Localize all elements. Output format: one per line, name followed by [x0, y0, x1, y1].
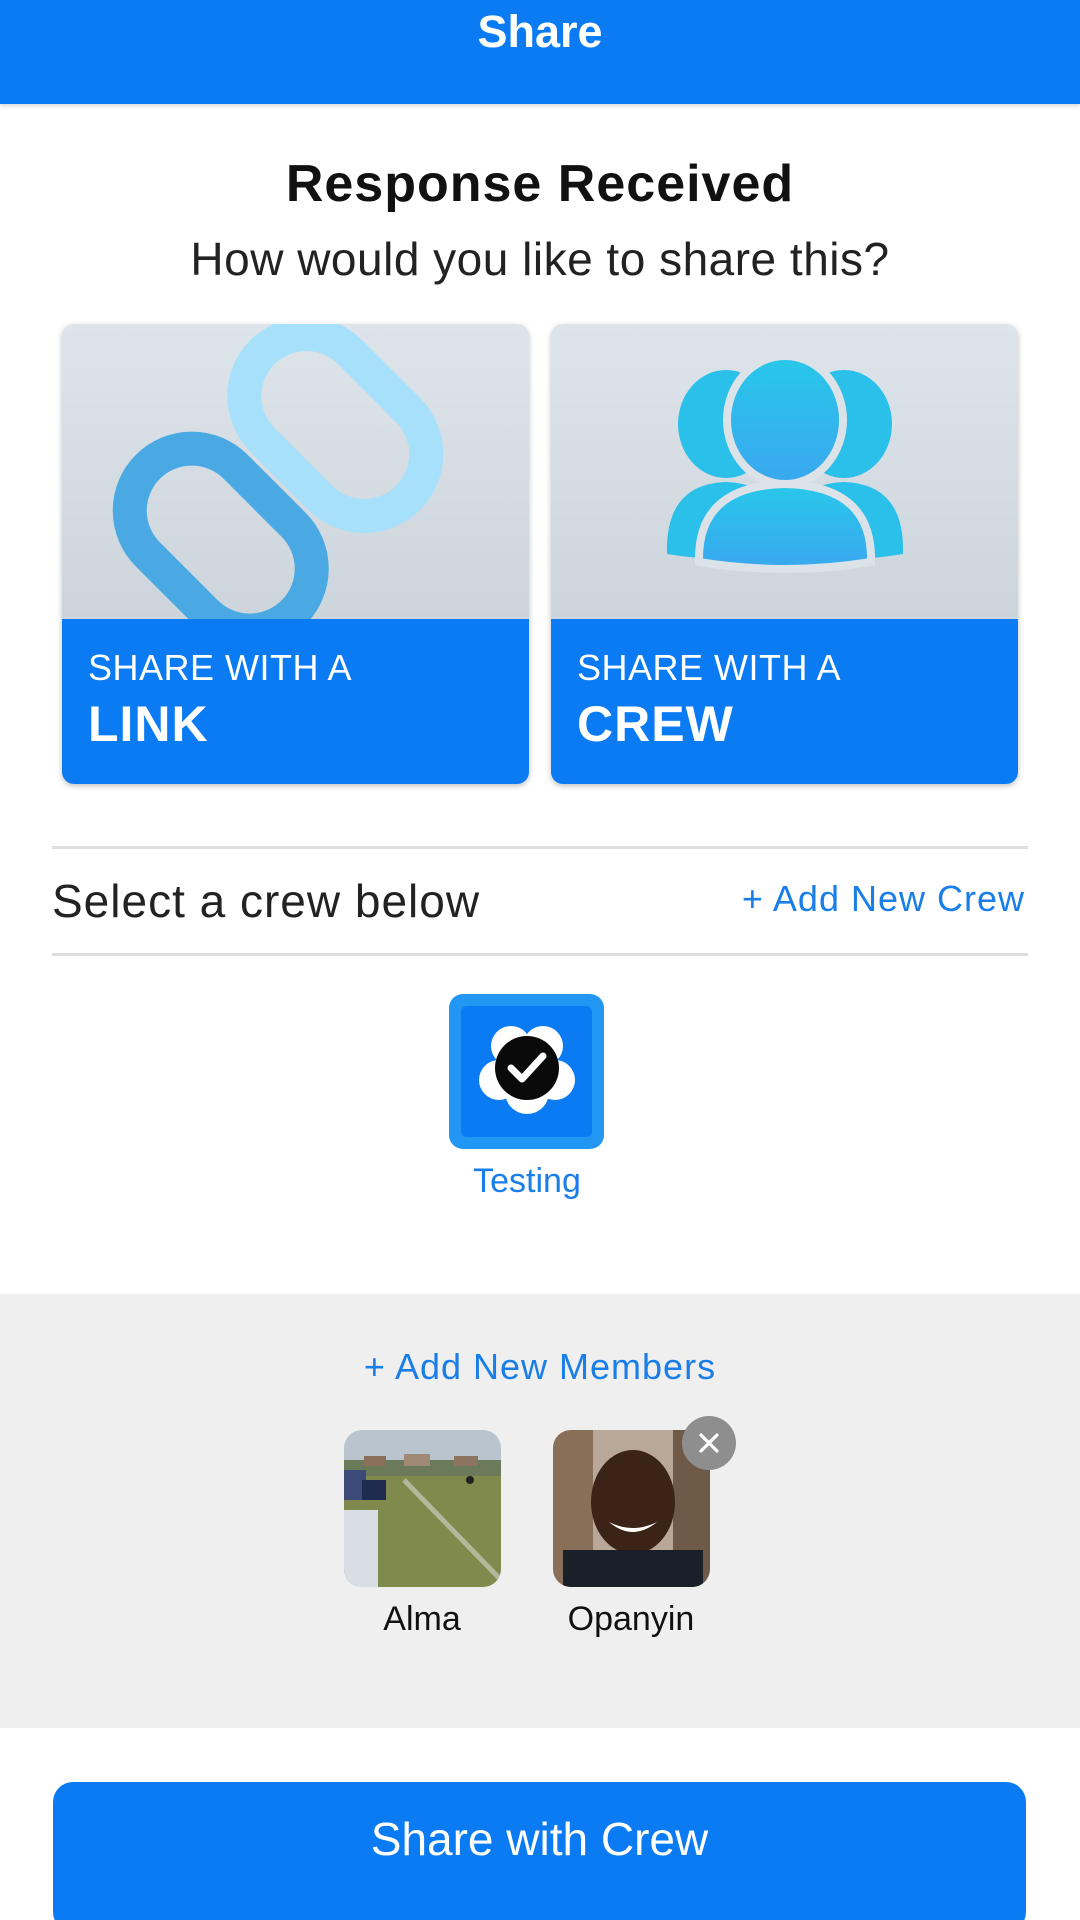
crew-avatar [461, 1006, 592, 1137]
divider-top [52, 846, 1028, 849]
add-new-crew-link[interactable]: + Add New Crew [742, 878, 1025, 920]
top-bar: Share [0, 0, 1080, 104]
link-card-line1: SHARE WITH A [88, 647, 353, 688]
share-link-card[interactable]: SHARE WITH A LINK [62, 324, 529, 784]
share-prompt: How would you like to share this? [190, 233, 890, 285]
remove-member-button[interactable] [682, 1416, 736, 1470]
share-button-label: Share with Crew [370, 1813, 709, 1865]
link-card-line2: LINK [88, 696, 209, 752]
crew-card-line2: CREW [577, 696, 734, 752]
link-card-label: SHARE WITH A LINK [62, 619, 529, 784]
share-crew-card[interactable]: SHARE WITH A CREW [551, 324, 1018, 784]
response-heading: Response Received [285, 155, 795, 213]
crew-card-label: SHARE WITH A CREW [551, 619, 1018, 784]
divider-bottom [52, 953, 1028, 956]
crew-tile-testing[interactable] [449, 994, 604, 1149]
link-card-art [62, 324, 529, 619]
select-crew-label: Select a crew below [52, 875, 481, 927]
crew-card-art [551, 324, 1018, 619]
check-icon [495, 1036, 559, 1100]
link-icon [112, 324, 444, 619]
member-avatar-alma[interactable] [344, 1430, 501, 1587]
member-name-opanyin: Opanyin [567, 1600, 695, 1638]
field-photo [344, 1430, 501, 1587]
crew-name-label[interactable]: Testing [427, 1162, 627, 1201]
member-name-alma: Alma [383, 1600, 461, 1638]
add-new-members-link[interactable]: + Add New Members [0, 1346, 1080, 1388]
crew-card-line1: SHARE WITH A [577, 647, 842, 688]
group-icon [666, 352, 904, 573]
crew-logo-icon [479, 1026, 575, 1114]
share-with-crew-button[interactable]: Share with Crew [53, 1782, 1026, 1920]
close-icon [699, 1433, 719, 1453]
page-title: Share [477, 6, 603, 57]
